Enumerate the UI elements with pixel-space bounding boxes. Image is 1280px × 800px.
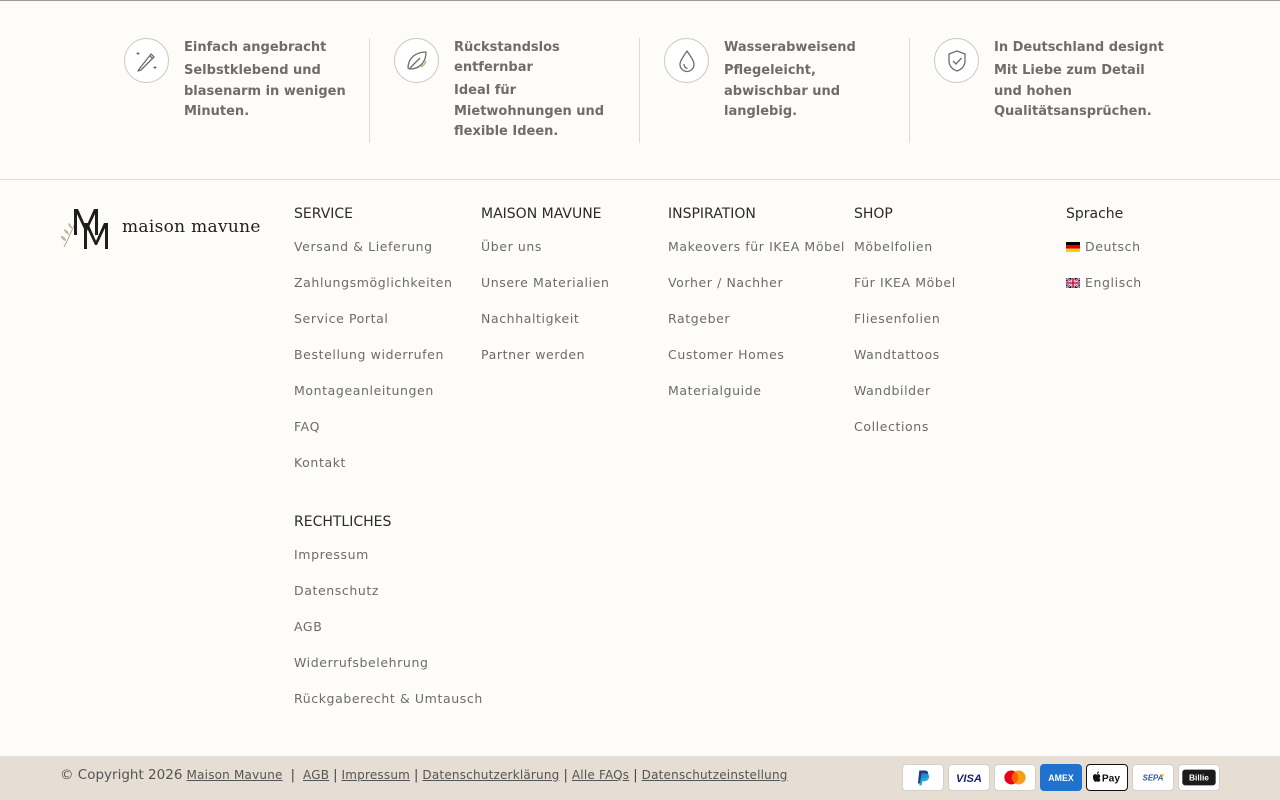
footer-link[interactable]: Zahlungsmöglichkeiten (294, 275, 452, 311)
copyright-text: © Copyright 2026 (60, 767, 183, 783)
brand-link[interactable]: Maison Mavune (187, 768, 283, 782)
footer-link[interactable]: Rückgaberecht & Umtausch (294, 691, 483, 727)
footer-link[interactable]: Über uns (481, 239, 609, 275)
footer-column-service: SERVICE Versand & Lieferung Zahlungsmögl… (294, 206, 452, 491)
faq-link[interactable]: Alle FAQs (572, 768, 629, 782)
feature-divider (369, 38, 370, 143)
footer-link[interactable]: Ratgeber (668, 311, 845, 347)
feature-removable: Rückstandslos entfernbar Ideal für Mietw… (394, 38, 644, 143)
feature-designed-in-germany: In Deutschland designt Mit Liebe zum Det… (934, 38, 1184, 143)
footer-link[interactable]: FAQ (294, 419, 452, 455)
water-drop-icon (664, 38, 709, 83)
language-option-englisch[interactable]: Englisch (1066, 275, 1142, 311)
feature-divider (909, 38, 910, 143)
feature-description: Mit Liebe zum Detail und hohen Qualitäts… (994, 63, 1152, 119)
feature-title: Einfach angebracht (184, 40, 327, 55)
footer-link[interactable]: Service Portal (294, 311, 452, 347)
footer-link[interactable]: Customer Homes (668, 347, 845, 383)
feature-title: In Deutschland designt (994, 40, 1164, 55)
column-heading: SERVICE (294, 206, 354, 222)
footer-link[interactable]: Für IKEA Möbel (854, 275, 956, 311)
bottom-bar: © Copyright 2026 Maison Mavune | AGB | Impre… (0, 756, 1280, 800)
feature-description: Ideal für Mietwohnungen und flexible Ide… (454, 83, 605, 139)
footer-link[interactable]: Bestellung widerrufen (294, 347, 452, 383)
footer-column-language: Sprache Deutsch Englisch (1066, 206, 1142, 311)
footer-link[interactable]: Wandbilder (854, 383, 956, 419)
svg-text:Billie: Billie (1189, 773, 1209, 783)
feature-description: Selbstklebend und blasenarm in wenigen M… (184, 63, 346, 119)
amex-icon: AMEX (1040, 764, 1082, 791)
footer-column-inspiration: INSPIRATION Makeovers für IKEA Möbel Vor… (668, 206, 845, 419)
svg-text:SEPA: SEPA (1143, 774, 1164, 783)
pencil-icon (124, 38, 169, 83)
datenschutz-link[interactable]: Datenschutzerklärung (422, 768, 559, 782)
footer-link[interactable]: Partner werden (481, 347, 609, 383)
agb-link[interactable]: AGB (303, 768, 329, 782)
leaf-icon (394, 38, 439, 83)
mastercard-icon (994, 764, 1036, 791)
visa-icon: VISA (948, 764, 990, 791)
footer-link[interactable]: Widerrufsbelehrung (294, 655, 483, 691)
feature-easy-application: Einfach angebracht Selbstklebend und bla… (124, 38, 374, 143)
language-label: Englisch (1085, 275, 1142, 290)
column-heading: MAISON MAVUNE (481, 206, 602, 222)
language-option-deutsch[interactable]: Deutsch (1066, 239, 1142, 275)
impressum-link[interactable]: Impressum (342, 768, 411, 782)
feature-water-resistant: Wasserabweisend Pflegeleicht, abwischbar… (664, 38, 914, 143)
footer-link[interactable]: Wandtattoos (854, 347, 956, 383)
shield-check-icon (934, 38, 979, 83)
column-heading: INSPIRATION (668, 206, 756, 222)
svg-text:AMEX: AMEX (1048, 773, 1074, 783)
monogram-icon (61, 209, 108, 249)
apple-pay-icon: Pay (1086, 764, 1128, 791)
footer-link[interactable]: Möbelfolien (854, 239, 956, 275)
privacy-settings-link[interactable]: Datenschutzeinstellung (642, 768, 788, 782)
column-heading: Sprache (1066, 206, 1124, 222)
footer-link[interactable]: AGB (294, 619, 483, 655)
footer-link[interactable]: Vorher / Nachher (668, 275, 845, 311)
brand-logo[interactable]: maison mavune (60, 205, 272, 251)
paypal-icon (902, 764, 944, 791)
svg-text:Pay: Pay (1102, 774, 1120, 785)
footer-link[interactable]: Makeovers für IKEA Möbel (668, 239, 845, 275)
footer-link[interactable]: Collections (854, 419, 956, 455)
footer-link[interactable]: Datenschutz (294, 583, 483, 619)
footer-link[interactable]: Versand & Lieferung (294, 239, 452, 275)
legal-links: © Copyright 2026 Maison Mavune | AGB | Impre… (60, 767, 788, 783)
footer-column-shop: SHOP Möbelfolien Für IKEA Möbel Fliesenf… (854, 206, 956, 455)
footer-column-maison-mavune: MAISON MAVUNE Über uns Unsere Materialie… (481, 206, 609, 383)
footer-column-legal: RECHTLICHES Impressum Datenschutz AGB Wi… (294, 514, 483, 727)
footer-link[interactable]: Kontakt (294, 455, 452, 491)
billie-icon: Billie (1178, 764, 1220, 791)
column-heading: SHOP (854, 206, 893, 222)
footer-link[interactable]: Nachhaltigkeit (481, 311, 609, 347)
column-heading: RECHTLICHES (294, 514, 392, 530)
sepa-icon: SEPA (1132, 764, 1174, 791)
footer-link[interactable]: Impressum (294, 547, 483, 583)
feature-title: Rückstandslos entfernbar (454, 40, 560, 75)
feature-description: Pflegeleicht, abwischbar und langlebig. (724, 63, 841, 119)
uk-flag-icon (1066, 278, 1080, 288)
german-flag-icon (1066, 242, 1080, 252)
feature-title: Wasserabweisend (724, 40, 856, 55)
footer-link[interactable]: Materialguide (668, 383, 845, 419)
footer-link[interactable]: Montageanleitungen (294, 383, 452, 419)
svg-text:VISA: VISA (956, 773, 982, 785)
language-label: Deutsch (1085, 239, 1141, 254)
feature-divider (639, 38, 640, 143)
feature-bar: Einfach angebracht Selbstklebend und bla… (0, 0, 1280, 180)
brand-name: maison mavune (122, 217, 261, 237)
footer-link[interactable]: Unsere Materialien (481, 275, 609, 311)
footer-link[interactable]: Fliesenfolien (854, 311, 956, 347)
